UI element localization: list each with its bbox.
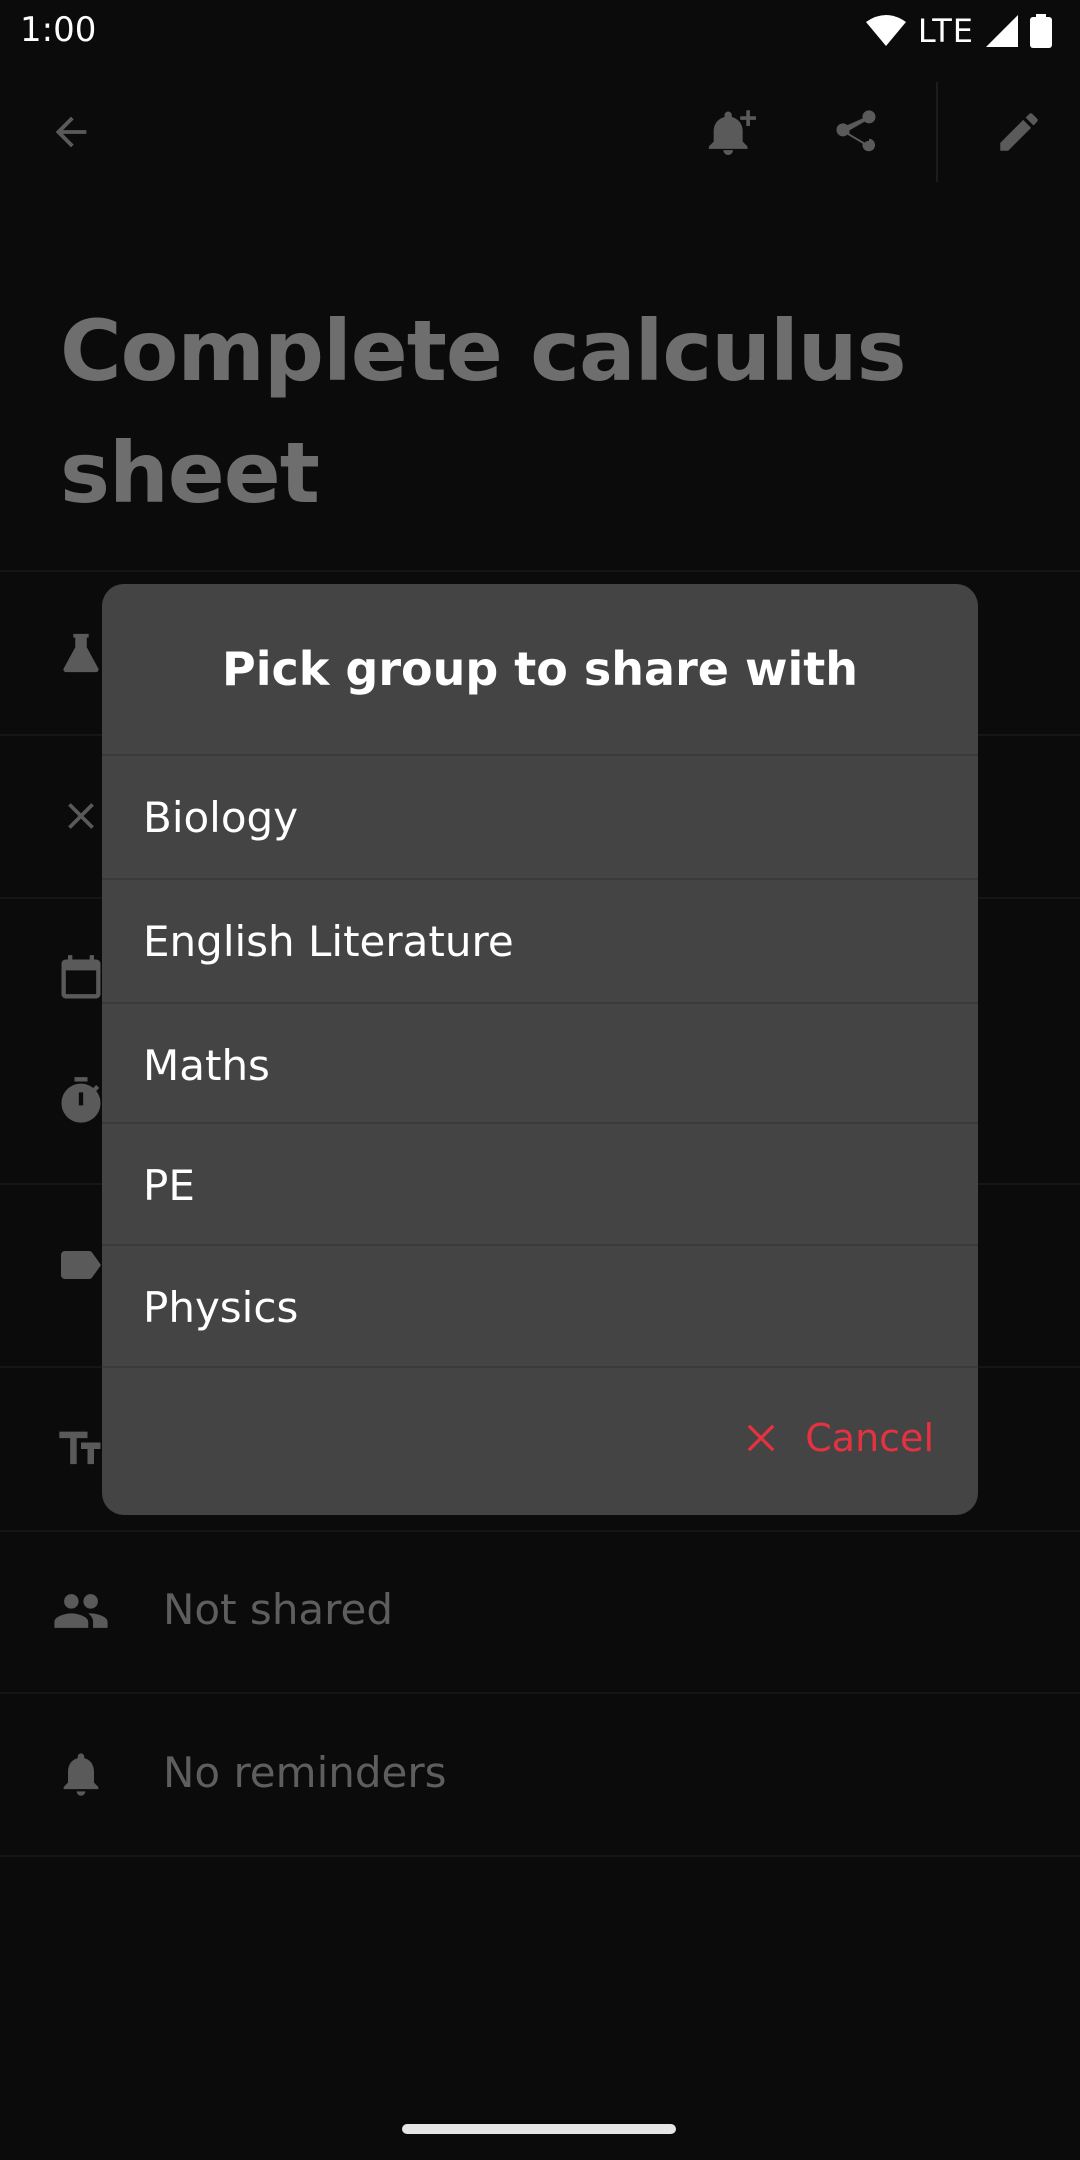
share-button[interactable] xyxy=(821,97,891,167)
task-title: Complete calculus sheet xyxy=(60,302,907,522)
dialog-divider xyxy=(102,1366,978,1368)
reminders-status-text[interactable]: No reminders xyxy=(163,1748,447,1797)
toolbar-divider xyxy=(936,82,938,182)
toolbar xyxy=(0,62,1080,202)
status-time: 1:00 xyxy=(20,10,97,50)
wifi-icon xyxy=(865,15,906,46)
bell-icon xyxy=(52,1745,110,1803)
row-divider xyxy=(0,1855,1080,1857)
network-type: LTE xyxy=(917,12,974,50)
status-bar: 1:00 LTE xyxy=(0,0,1080,62)
close-icon xyxy=(747,1424,775,1452)
group-item-physics[interactable]: Physics xyxy=(102,1246,978,1368)
back-arrow-icon xyxy=(55,116,87,148)
share-icon xyxy=(836,110,876,152)
row-divider xyxy=(0,1530,1080,1532)
status-icons: LTE xyxy=(865,8,1052,54)
back-button[interactable] xyxy=(36,97,106,167)
dialog-title: Pick group to share with xyxy=(222,642,858,696)
add-reminder-button[interactable] xyxy=(698,97,768,167)
add-reminder-bell-icon xyxy=(708,110,756,155)
edit-pencil-icon xyxy=(1000,113,1038,151)
row-divider xyxy=(0,570,1080,572)
group-item-english-literature[interactable]: English Literature xyxy=(102,880,978,1002)
group-item-pe[interactable]: PE xyxy=(102,1124,978,1246)
cancel-button[interactable]: Cancel xyxy=(741,1406,934,1470)
cancel-label: Cancel xyxy=(805,1416,934,1460)
people-icon xyxy=(52,1582,110,1640)
edit-button[interactable] xyxy=(984,97,1054,167)
group-item-biology[interactable]: Biology xyxy=(102,756,978,878)
share-status-text[interactable]: Not shared xyxy=(163,1585,393,1634)
signal-icon xyxy=(986,15,1018,47)
battery-icon xyxy=(1030,14,1052,48)
group-item-maths[interactable]: Maths xyxy=(102,1004,978,1126)
row-divider xyxy=(0,1692,1080,1694)
share-group-dialog: Pick group to share with Biology English… xyxy=(102,584,978,1515)
home-indicator[interactable] xyxy=(402,2124,676,2134)
